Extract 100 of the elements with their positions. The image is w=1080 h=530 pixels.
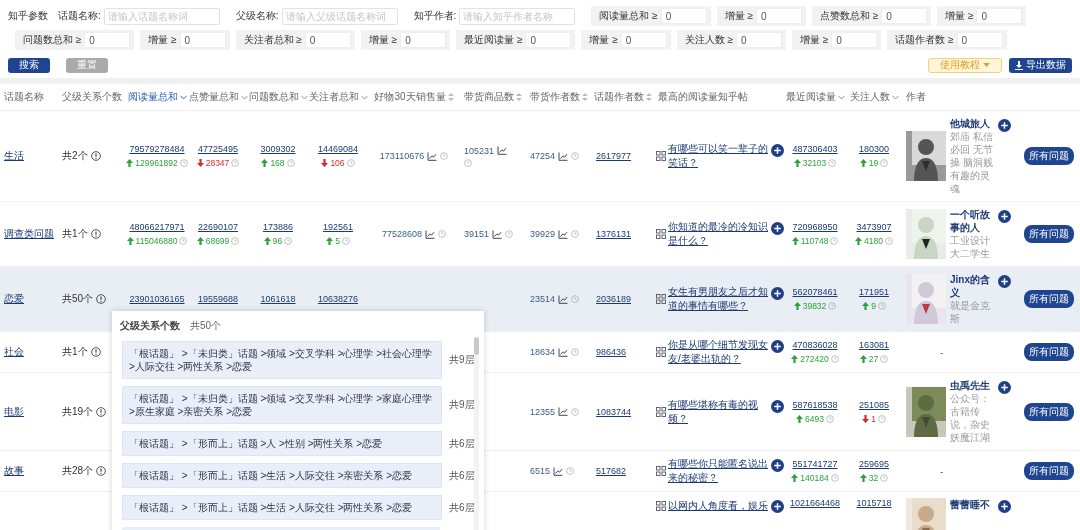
topic-link[interactable]: 社会 [4, 345, 24, 359]
sort-icon[interactable] [447, 93, 454, 101]
input-field[interactable]: 0 [755, 8, 802, 24]
chevron-down-icon[interactable] [360, 94, 368, 100]
clock-icon[interactable] [571, 407, 580, 416]
metric-link[interactable]: 1015718 [856, 498, 892, 508]
post-link[interactable]: 有哪些可以笑一辈子的笑话？ [668, 142, 769, 170]
topic-link[interactable]: 故事 [4, 464, 24, 478]
clock-icon[interactable] [284, 237, 293, 245]
metric-link[interactable]: 3009302 [260, 144, 296, 154]
input-field[interactable]: 0 [304, 32, 351, 48]
add-icon[interactable] [998, 210, 1011, 223]
add-icon[interactable] [998, 119, 1011, 132]
post-link[interactable]: 女生有男朋友之后才知道的事情有哪些？ [668, 285, 769, 313]
all-questions-button[interactable]: 所有问题 [1024, 343, 1074, 361]
author-count-link[interactable]: 2036189 [596, 294, 632, 304]
add-icon[interactable] [771, 399, 784, 413]
add-icon[interactable] [771, 459, 784, 472]
topic-path[interactable]: 「根话题」 >「形而上」话题 >生活 >人际交往 >两性关系 >恋爱 [122, 495, 442, 520]
trend-chart-icon[interactable] [558, 294, 569, 304]
column-header[interactable]: 作者 [906, 90, 926, 104]
add-icon[interactable] [998, 500, 1011, 513]
chevron-down-icon[interactable] [179, 94, 187, 100]
author-count-link[interactable]: 517682 [596, 466, 627, 476]
qr-code-icon[interactable] [656, 406, 666, 417]
clock-icon[interactable] [571, 348, 580, 356]
add-icon[interactable] [998, 381, 1011, 394]
author-count-link[interactable]: 1083744 [596, 406, 632, 417]
sort-icon[interactable] [646, 93, 652, 101]
trend-chart-icon[interactable] [553, 466, 564, 476]
input-field[interactable]: 0 [525, 32, 572, 48]
column-header[interactable]: 好物30天销售量 [374, 90, 446, 104]
clock-icon[interactable] [231, 237, 240, 245]
clock-icon[interactable] [464, 158, 472, 167]
metric-link[interactable]: 3473907 [856, 222, 892, 232]
all-questions-button[interactable]: 所有问题 [1024, 225, 1074, 243]
metric-link[interactable]: 173886 [262, 222, 293, 232]
clock-icon[interactable] [341, 237, 350, 245]
column-header[interactable]: 问题数总和 [248, 90, 299, 104]
clock-icon[interactable] [828, 302, 837, 310]
input-field[interactable]: 0 [956, 32, 1003, 48]
topic-link[interactable]: 调查类问题 [4, 227, 54, 241]
author-count-link[interactable]: 1376131 [596, 229, 632, 239]
input-field[interactable]: 0 [831, 32, 878, 48]
column-header[interactable]: 带货作者数 [530, 90, 580, 104]
chevron-down-icon[interactable] [300, 94, 308, 100]
info-icon[interactable] [96, 466, 107, 476]
scrollbar[interactable] [474, 337, 479, 530]
metric-link[interactable]: 48066217971 [129, 222, 185, 232]
metric-link[interactable]: 163081 [858, 340, 889, 350]
qr-code-icon[interactable] [656, 229, 666, 239]
info-icon[interactable] [96, 406, 107, 417]
metric-link[interactable]: 259695 [858, 459, 889, 469]
clock-icon[interactable] [286, 159, 295, 167]
qr-code-icon[interactable] [656, 294, 666, 304]
chevron-down-icon[interactable] [240, 94, 248, 100]
add-icon[interactable] [771, 222, 784, 235]
input-field[interactable]: 0 [660, 8, 707, 24]
metric-link[interactable]: 14469084 [317, 144, 358, 154]
add-icon[interactable] [771, 340, 784, 353]
qr-code-icon[interactable] [656, 151, 666, 161]
column-header[interactable]: 带货商品数 [464, 90, 514, 104]
clock-icon[interactable] [571, 230, 580, 238]
column-header[interactable]: 父级关系个数 [62, 90, 122, 104]
all-questions-button[interactable]: 所有问题 [1024, 402, 1074, 421]
column-header[interactable]: 阅读量总和 [127, 90, 178, 104]
add-icon[interactable] [998, 275, 1011, 288]
metric-link[interactable]: 192561 [322, 222, 353, 232]
clock-icon[interactable] [884, 237, 893, 245]
input-field[interactable]: 0 [84, 32, 131, 48]
search-button[interactable]: 搜索 [8, 57, 50, 73]
input-field[interactable]: 0 [620, 32, 667, 48]
metric-link[interactable]: 587618538 [792, 399, 838, 410]
column-header[interactable]: 关注者总和 [308, 90, 359, 104]
metric-link[interactable]: 251085 [858, 399, 889, 410]
author-count-link[interactable]: 986436 [596, 347, 627, 357]
trend-chart-icon[interactable] [558, 347, 569, 357]
topic-path[interactable]: 「根话题」 >「形而上」话题 >人 >性别 >两性关系 >恋爱 [122, 431, 442, 456]
post-link[interactable]: 有哪些你只能匿名说出来的秘密？ [668, 457, 769, 485]
input-field[interactable]: 0 [179, 32, 226, 48]
clock-icon[interactable] [825, 414, 834, 423]
clock-icon[interactable] [505, 230, 514, 238]
clock-icon[interactable] [830, 474, 839, 482]
trend-chart-icon[interactable] [558, 229, 569, 239]
trend-chart-icon[interactable] [558, 151, 569, 161]
all-questions-button[interactable]: 所有问题 [1024, 290, 1074, 308]
input-field[interactable]: 0 [976, 8, 1023, 24]
chevron-down-icon[interactable] [891, 94, 899, 100]
metric-link[interactable]: 19559688 [197, 294, 238, 304]
add-icon[interactable] [771, 500, 784, 513]
export-button[interactable]: 导出数据 [1009, 57, 1072, 73]
clock-icon[interactable] [566, 467, 575, 475]
info-icon[interactable] [96, 294, 107, 304]
column-header[interactable]: 最近阅读量 [785, 90, 836, 104]
post-link[interactable]: 以网内人角度看，娱乐 [668, 498, 769, 513]
metric-link[interactable]: 23901036165 [129, 294, 185, 304]
clock-icon[interactable] [231, 159, 240, 167]
metric-link[interactable]: 1021664468 [789, 498, 841, 508]
clock-icon[interactable] [877, 414, 886, 423]
input-field[interactable]: 0 [881, 8, 928, 24]
